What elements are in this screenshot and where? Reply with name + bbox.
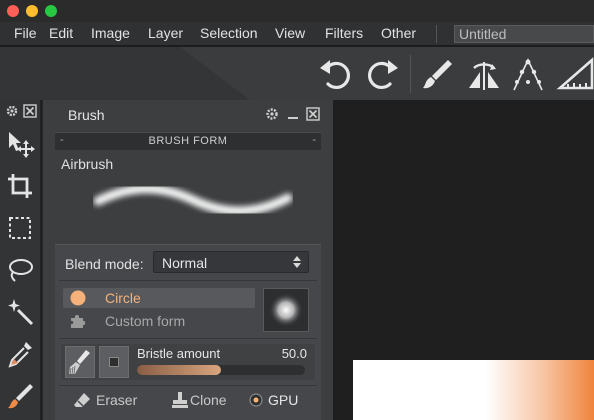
tool-strip (0, 100, 41, 420)
redo-icon[interactable] (362, 54, 402, 94)
close-icon[interactable] (306, 107, 320, 121)
document-title-field[interactable]: Untitled (454, 25, 594, 43)
circle-icon (69, 290, 87, 306)
menu-other[interactable]: Other (381, 25, 416, 41)
rect-select-icon[interactable] (4, 212, 36, 244)
eyedropper-icon[interactable] (4, 338, 36, 370)
puzzle-icon (69, 313, 87, 329)
menu-edit[interactable]: Edit (49, 25, 73, 41)
eraser-label[interactable]: Eraser (96, 392, 137, 408)
tool-strip-header (0, 100, 41, 122)
toolbar-shade (0, 47, 250, 100)
menu-file[interactable]: File (14, 25, 37, 41)
gear-icon[interactable] (265, 107, 279, 121)
brush-settings: Blend mode: Normal Circle Custom form Br… (55, 244, 321, 420)
ruler-icon[interactable] (554, 54, 594, 94)
bristle-amount-label: Bristle amount (137, 346, 221, 361)
stop-square-icon (109, 357, 119, 367)
brush-panel: Brush - BRUSH FORM - Airbrush Blend mode… (42, 100, 334, 420)
slider-fill (137, 365, 221, 375)
blend-mode-select[interactable]: Normal (153, 251, 309, 273)
blend-mode-label: Blend mode: (65, 256, 144, 272)
menu-image[interactable]: Image (91, 25, 130, 41)
menu-layer[interactable]: Layer (148, 25, 183, 41)
divider (59, 280, 317, 281)
undo-icon[interactable] (316, 54, 356, 94)
close-window-button[interactable] (7, 5, 19, 17)
select-arrows-icon (292, 255, 302, 269)
brush-form-section-header[interactable]: - BRUSH FORM - (55, 132, 321, 150)
crop-tool-icon[interactable] (4, 170, 36, 202)
form-option-label: Custom form (105, 313, 186, 329)
bristle-brush-icon[interactable] (65, 346, 95, 378)
perspective-icon[interactable] (508, 54, 548, 94)
toolbar-divider (410, 55, 411, 93)
gpu-label[interactable]: GPU (268, 392, 298, 408)
menu-bar: File Edit Image Layer Selection View Fil… (0, 22, 594, 46)
menu-divider (436, 25, 437, 43)
form-option-circle[interactable]: Circle (63, 288, 255, 308)
bristle-amount-value[interactable]: 50.0 (282, 346, 307, 361)
canvas-workspace[interactable] (335, 100, 594, 420)
panel-title: Brush (68, 107, 105, 123)
minimize-icon[interactable] (286, 107, 300, 121)
title-bar (0, 0, 594, 22)
lasso-icon[interactable] (4, 254, 36, 286)
brush-tip-preview (263, 288, 309, 332)
magic-wand-icon[interactable] (4, 296, 36, 328)
zoom-window-button[interactable] (45, 5, 57, 17)
menu-selection[interactable]: Selection (200, 25, 258, 41)
brush-name: Airbrush (61, 156, 114, 172)
brush-stroke-preview (93, 176, 293, 226)
eraser-icon[interactable] (73, 391, 91, 409)
gear-icon (6, 105, 18, 117)
mirror-symmetry-icon[interactable] (464, 54, 504, 94)
bristle-toggle-button[interactable] (99, 346, 129, 378)
bristle-control: Bristle amount 50.0 (61, 344, 315, 380)
divider (59, 385, 317, 386)
collapse-marker: - (312, 134, 316, 146)
form-option-custom[interactable]: Custom form (63, 311, 255, 331)
form-option-label: Circle (105, 290, 141, 306)
close-icon (23, 104, 37, 118)
divider (59, 338, 317, 339)
blend-mode-value: Normal (162, 255, 208, 271)
clone-stamp-icon[interactable] (171, 391, 189, 409)
bristle-amount-slider[interactable] (137, 365, 305, 375)
section-title: BRUSH FORM (148, 135, 228, 147)
bottom-options: Eraser Clone GPU (55, 388, 321, 412)
minimize-window-button[interactable] (26, 5, 38, 17)
menu-filters[interactable]: Filters (325, 25, 363, 41)
gpu-radio-icon[interactable] (247, 391, 265, 409)
menu-view[interactable]: View (275, 25, 305, 41)
toolbar (0, 47, 594, 100)
move-tool-icon[interactable] (4, 128, 36, 160)
brush-icon[interactable] (4, 380, 36, 412)
canvas-document[interactable] (353, 360, 594, 420)
brush-tool-icon[interactable] (418, 54, 458, 94)
clone-label[interactable]: Clone (190, 392, 227, 408)
